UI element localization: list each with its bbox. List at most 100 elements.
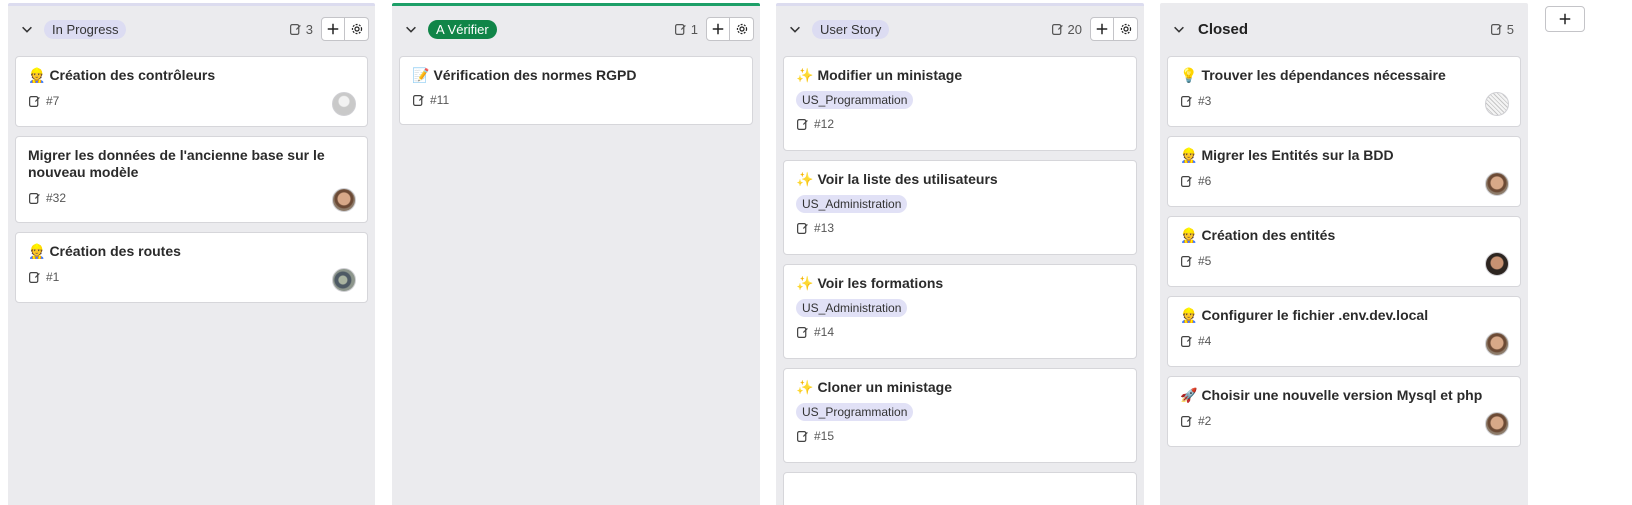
issue-id: #5 — [1198, 254, 1212, 268]
issue-meta: #7 — [28, 94, 356, 108]
issues-icon — [1051, 23, 1063, 35]
chevron-down-icon[interactable] — [1168, 18, 1190, 40]
issue-icon — [797, 222, 808, 234]
assignee-avatar[interactable] — [332, 92, 356, 116]
assignee-avatar[interactable] — [1485, 252, 1509, 276]
issue-title[interactable]: ✨ Voir la liste des utilisateurs — [796, 171, 1125, 188]
issue-card[interactable]: 👷 Migrer les Entités sur la BDD #6 — [1167, 136, 1521, 207]
column-settings-button[interactable] — [1114, 17, 1138, 41]
issue-icon — [1181, 255, 1192, 267]
issue-title[interactable]: ✨ Voir les formations — [796, 275, 1125, 292]
board-column-a-verifier: A Vérifier 1 📝 Vérification des normes RG… — [392, 3, 760, 505]
assignee-avatar[interactable] — [332, 188, 356, 212]
issue-title[interactable]: ✨ Cloner un ministage — [796, 379, 1125, 396]
issue-icon — [29, 271, 40, 283]
issue-card[interactable]: ✨ Modifier un ministage US_Programmation … — [783, 56, 1137, 151]
column-title[interactable]: User Story — [812, 19, 890, 39]
issue-id: #7 — [46, 94, 60, 108]
add-list-button[interactable] — [1545, 6, 1585, 32]
issue-card-partial[interactable] — [783, 472, 1137, 505]
issue-card[interactable]: 📝 Vérification des normes RGPD #11 — [399, 56, 753, 125]
chevron-down-icon[interactable] — [16, 18, 38, 40]
add-issue-button[interactable] — [1090, 17, 1114, 41]
assignee-avatar[interactable] — [332, 268, 356, 292]
issue-id: #3 — [1198, 94, 1212, 108]
board-column-closed: Closed 5 💡 Trouver les dépendances nécess… — [1160, 3, 1528, 505]
issue-title[interactable]: 👷 Migrer les Entités sur la BDD — [1180, 147, 1509, 164]
issue-card[interactable]: 👷 Configurer le fichier .env.dev.local #4 — [1167, 296, 1521, 367]
issue-id: #6 — [1198, 174, 1212, 188]
column-header: A Vérifier 1 — [392, 6, 760, 52]
column-title[interactable]: Closed — [1196, 21, 1248, 38]
issue-title[interactable]: 👷 Configurer le fichier .env.dev.local — [1180, 307, 1509, 324]
add-issue-button[interactable] — [706, 17, 730, 41]
issue-card[interactable]: ✨ Voir les formations US_Administration #… — [783, 264, 1137, 359]
gear-icon — [1120, 23, 1131, 35]
assignee-avatar[interactable] — [1485, 92, 1509, 116]
issue-count: 5 — [1490, 22, 1514, 37]
label-chip[interactable]: US_Programmation — [796, 91, 914, 109]
issues-icon — [674, 23, 686, 35]
issue-card[interactable]: ✨ Voir la liste des utilisateurs US_Admin… — [783, 160, 1137, 255]
column-title[interactable]: A Vérifier — [428, 19, 497, 39]
assignee-avatar[interactable] — [1485, 412, 1509, 436]
column-header: Closed 5 — [1160, 6, 1528, 52]
issue-count: 3 — [289, 22, 313, 37]
column-settings-button[interactable] — [730, 17, 754, 41]
chevron-down-icon[interactable] — [784, 18, 806, 40]
issue-meta: #1 — [28, 270, 356, 284]
issue-meta: #5 — [1180, 254, 1509, 268]
label-chip[interactable]: US_Programmation — [796, 403, 914, 421]
column-header: User Story 20 — [776, 6, 1144, 52]
issue-id: #32 — [46, 191, 67, 205]
issue-card[interactable]: 💡 Trouver les dépendances nécessaire #3 — [1167, 56, 1521, 127]
issue-id: #4 — [1198, 334, 1212, 348]
issue-id: #12 — [814, 117, 835, 131]
issue-meta: #15 — [796, 429, 1125, 443]
board-column-in-progress: In Progress 3 👷 Création des contrôleurs … — [8, 3, 375, 505]
issue-meta: #14 — [796, 325, 1125, 339]
issue-meta: #4 — [1180, 334, 1509, 348]
issue-card[interactable]: 👷 Création des routes #1 — [15, 232, 368, 303]
label-chip[interactable]: US_Administration — [796, 195, 908, 213]
issue-title[interactable]: 🚀 Choisir une nouvelle version Mysql et p… — [1180, 387, 1509, 404]
issue-icon — [1181, 415, 1192, 427]
issue-meta: #13 — [796, 221, 1125, 235]
issue-title[interactable]: 👷 Création des routes — [28, 243, 356, 260]
issue-card[interactable]: 👷 Création des contrôleurs #7 — [15, 56, 368, 127]
issue-card[interactable]: 🚀 Choisir une nouvelle version Mysql et p… — [1167, 376, 1521, 447]
issue-card[interactable]: 👷 Création des entités #5 — [1167, 216, 1521, 287]
issue-title[interactable]: ✨ Modifier un ministage — [796, 67, 1125, 84]
add-issue-button[interactable] — [321, 17, 345, 41]
gear-icon — [736, 23, 747, 35]
issue-id: #15 — [814, 429, 835, 443]
issue-title[interactable]: 💡 Trouver les dépendances nécessaire — [1180, 67, 1509, 84]
issue-title[interactable]: 📝 Vérification des normes RGPD — [412, 67, 741, 84]
label-chip[interactable]: US_Administration — [796, 299, 908, 317]
issue-meta: #32 — [28, 191, 356, 205]
issue-icon — [1181, 335, 1192, 347]
assignee-avatar[interactable] — [1485, 332, 1509, 356]
card-list: ✨ Modifier un ministage US_Programmation … — [776, 52, 1144, 505]
issue-title[interactable]: 👷 Création des entités — [1180, 227, 1509, 244]
issue-title[interactable]: 👷 Création des contrôleurs — [28, 67, 356, 84]
issue-icon — [413, 94, 424, 106]
column-settings-button[interactable] — [345, 17, 369, 41]
column-title[interactable]: In Progress — [44, 19, 127, 39]
issue-icon — [29, 95, 40, 107]
issue-icon — [797, 430, 808, 442]
issue-meta: #11 — [412, 93, 741, 107]
plus-icon — [327, 23, 339, 35]
chevron-down-icon[interactable] — [400, 18, 422, 40]
issue-card[interactable]: ✨ Cloner un ministage US_Programmation #1… — [783, 368, 1137, 463]
issue-title[interactable]: Migrer les données de l'ancienne base su… — [28, 147, 356, 181]
issue-card[interactable]: Migrer les données de l'ancienne base su… — [15, 136, 368, 223]
issue-meta: #6 — [1180, 174, 1509, 188]
plus-icon — [1096, 23, 1108, 35]
card-list: 👷 Création des contrôleurs #7 Migrer les … — [8, 52, 375, 303]
issue-meta: #12 — [796, 117, 1125, 131]
plus-icon — [1559, 13, 1571, 25]
assignee-avatar[interactable] — [1485, 172, 1509, 196]
card-list: 💡 Trouver les dépendances nécessaire #3 👷… — [1160, 52, 1528, 447]
issue-meta: #3 — [1180, 94, 1509, 108]
